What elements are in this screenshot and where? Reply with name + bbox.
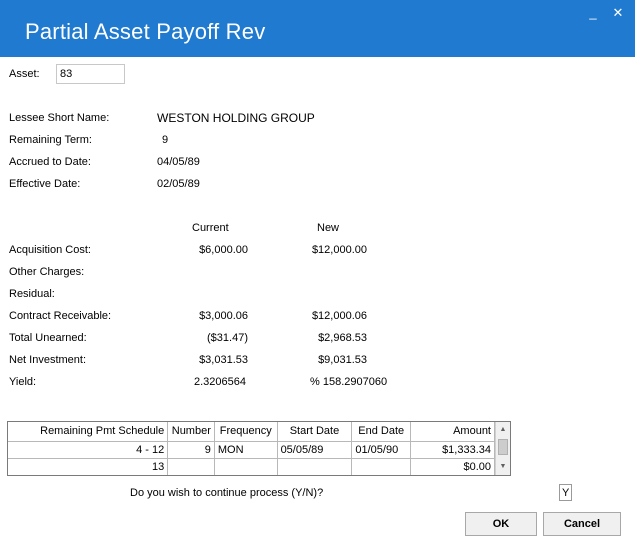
contract-receivable-label: Contract Receivable: xyxy=(9,310,112,322)
header-frequency[interactable]: Frequency xyxy=(214,422,278,442)
cell-schedule[interactable]: 4 - 12 xyxy=(8,441,169,459)
total-unearned-current: ($31.47) xyxy=(207,332,248,344)
header-end-date[interactable]: End Date xyxy=(351,422,412,442)
acquisition-cost-new: $12,000.00 xyxy=(311,244,367,256)
residual-label: Residual: xyxy=(9,288,55,300)
close-icon[interactable]: ✕ xyxy=(610,6,626,20)
yield-label: Yield: xyxy=(9,376,37,388)
remaining-term-value: 9 xyxy=(162,134,169,146)
acquisition-cost-label: Acquisition Cost: xyxy=(9,244,91,256)
cell-amount[interactable]: $1,333.34 xyxy=(410,441,495,459)
table-row[interactable]: 4 - 12 9 MON 05/05/89 01/05/90 $1,333.34 xyxy=(8,441,495,459)
scroll-up-icon[interactable]: ▲ xyxy=(496,422,510,438)
cell-start-date[interactable] xyxy=(277,458,353,475)
effective-value: 02/05/89 xyxy=(157,178,200,190)
header-amount[interactable]: Amount xyxy=(410,422,495,442)
cell-start-date[interactable]: 05/05/89 xyxy=(277,441,353,459)
header-number[interactable]: Number xyxy=(167,422,215,442)
scroll-down-icon[interactable]: ▼ xyxy=(496,459,510,475)
cell-amount[interactable]: $0.00 xyxy=(410,458,495,475)
cancel-button[interactable]: Cancel xyxy=(543,512,621,536)
asset-input[interactable] xyxy=(56,64,125,84)
header-remaining-pmt-schedule[interactable]: Remaining Pmt Schedule xyxy=(8,422,169,442)
window-title: Partial Asset Payoff Rev xyxy=(25,19,266,44)
contract-receivable-current: $3,000.06 xyxy=(199,310,248,322)
cell-end-date[interactable] xyxy=(351,458,412,475)
continue-answer-input[interactable] xyxy=(559,484,572,501)
minimize-icon[interactable]: _ xyxy=(585,6,601,20)
remaining-term-label: Remaining Term: xyxy=(9,134,92,146)
net-investment-current: $3,031.53 xyxy=(199,354,248,366)
new-header: New xyxy=(317,222,340,234)
acquisition-cost-current: $6,000.00 xyxy=(199,244,248,256)
grid-scrollbar[interactable]: ▲ ▼ xyxy=(495,422,510,475)
yield-current: 2.3206564 xyxy=(194,376,246,388)
header-start-date[interactable]: Start Date xyxy=(277,422,353,442)
cell-frequency[interactable] xyxy=(214,458,278,475)
ok-button[interactable]: OK xyxy=(465,512,537,536)
title-bar: Partial Asset Payoff Rev _ ✕ xyxy=(0,0,635,57)
current-header: Current xyxy=(192,222,229,234)
table-row[interactable]: 13 $0.00 xyxy=(8,458,495,475)
asset-label: Asset: xyxy=(9,68,40,80)
continue-prompt: Do you wish to continue process (Y/N)? xyxy=(130,487,324,499)
lessee-value: WESTON HOLDING GROUP xyxy=(157,111,315,125)
net-investment-label: Net Investment: xyxy=(9,354,87,366)
effective-label: Effective Date: xyxy=(9,178,81,190)
lessee-label: Lessee Short Name: xyxy=(9,112,110,124)
other-charges-label: Other Charges: xyxy=(9,266,85,278)
yield-new: % 158.2907060 xyxy=(310,376,388,388)
net-investment-new: $9,031.53 xyxy=(318,354,367,366)
cell-number[interactable] xyxy=(167,458,215,475)
scroll-thumb[interactable] xyxy=(498,439,508,455)
cell-end-date[interactable]: 01/05/90 xyxy=(351,441,412,459)
contract-receivable-new: $12,000.06 xyxy=(311,310,367,322)
accrued-label: Accrued to Date: xyxy=(9,156,91,168)
cell-schedule[interactable]: 13 xyxy=(8,458,169,475)
payment-schedule-grid[interactable]: Remaining Pmt Schedule Number Frequency … xyxy=(7,421,511,476)
total-unearned-label: Total Unearned: xyxy=(9,332,87,344)
cell-frequency[interactable]: MON xyxy=(214,441,278,459)
grid-header-row: Remaining Pmt Schedule Number Frequency … xyxy=(8,422,495,442)
accrued-value: 04/05/89 xyxy=(157,156,200,168)
total-unearned-new: $2,968.53 xyxy=(318,332,367,344)
cell-number[interactable]: 9 xyxy=(167,441,215,459)
